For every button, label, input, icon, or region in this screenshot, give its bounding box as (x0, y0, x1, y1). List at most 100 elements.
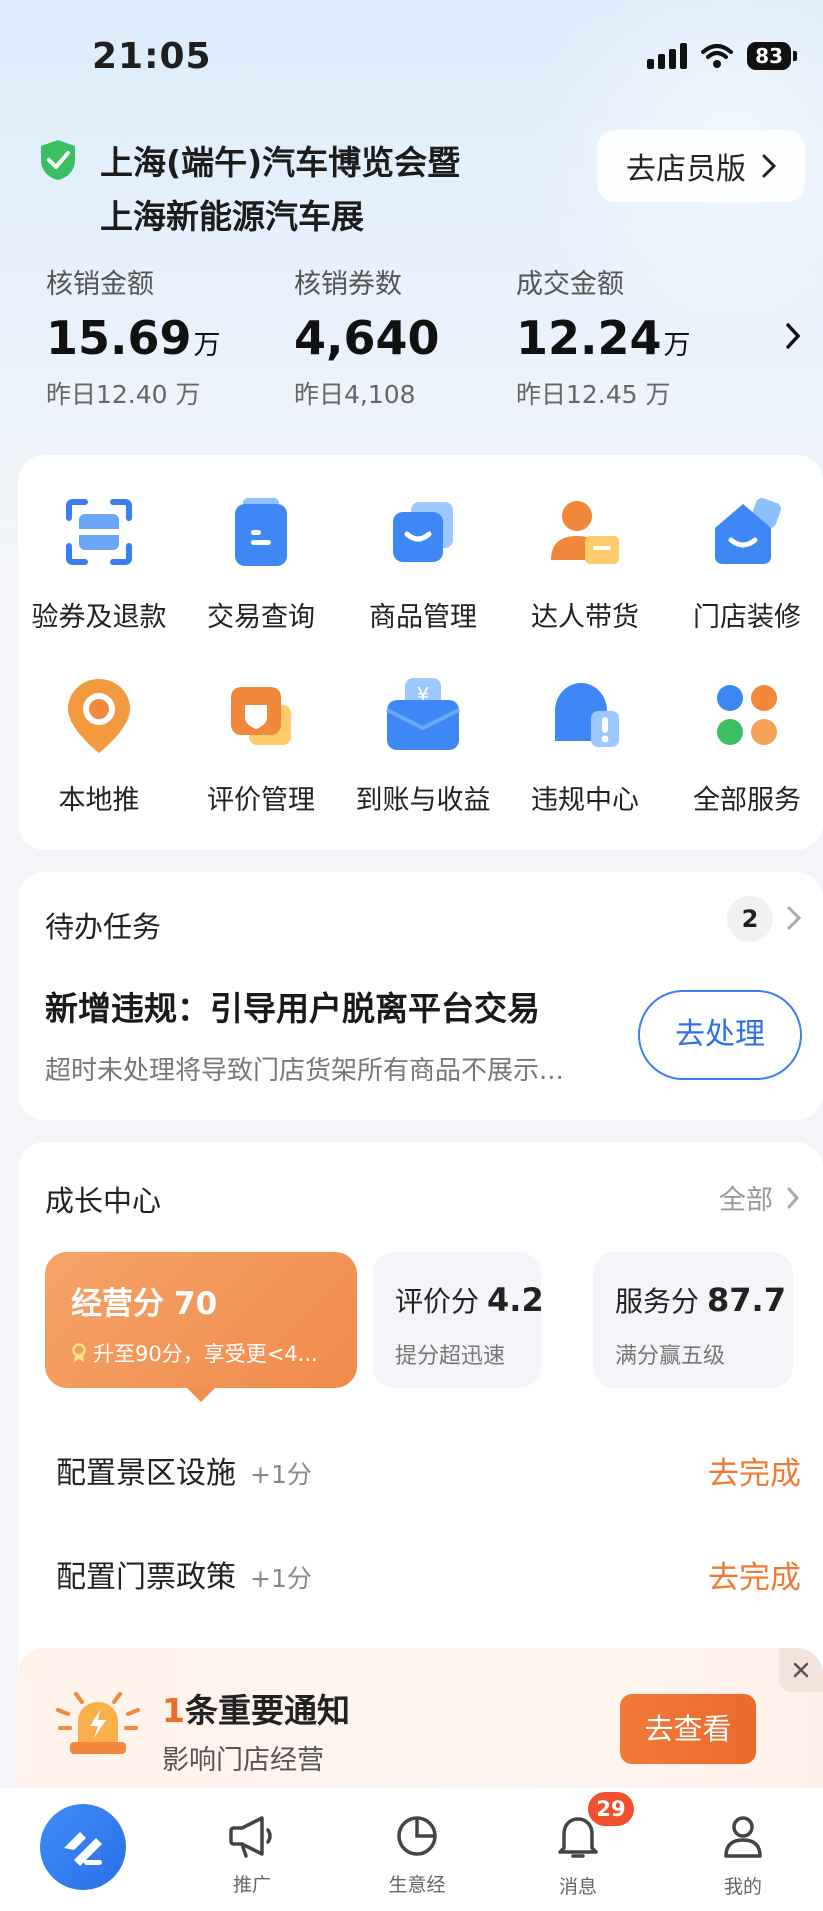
metric-yesterday: 昨日4,108 (294, 380, 416, 409)
view-notice-button[interactable]: 去查看 (620, 1694, 756, 1764)
service-review-management[interactable]: 评价管理 (180, 670, 342, 817)
task-name: 配置景区设施 +1分 (56, 1456, 312, 1491)
tab-label: 消息 (558, 1876, 597, 1898)
review-score-title: 评价分 4.2 (395, 1281, 544, 1319)
notice-subtitle: 影响门店经营 (162, 1745, 324, 1776)
service-verify-refund[interactable]: 验券及退款 (18, 487, 180, 634)
service-score-title: 服务分 87.7 (615, 1281, 786, 1319)
metric-yesterday: 昨日12.40 万 (46, 380, 201, 409)
service-label: 门店装修 (693, 602, 801, 633)
influencer-icon (540, 487, 630, 577)
shop-name-line1: 上海(端午)汽车博览会暨 (100, 143, 461, 182)
services-grid: 验券及退款 交易查询 商品管理 达人带货 门店装修 本地推 评价管理 ¥ 到账与… (18, 455, 823, 850)
wallet-yen-icon: ¥ (378, 670, 468, 760)
service-label: 验券及退款 (31, 602, 167, 633)
battery-icon: 83 (747, 42, 797, 70)
task-complete-button[interactable]: 去完成 (708, 1448, 801, 1493)
medal-icon (72, 1343, 86, 1362)
message-badge: 29 (588, 1792, 634, 1826)
service-label: 违规中心 (531, 785, 639, 816)
service-transaction-query[interactable]: 交易查询 (180, 487, 342, 634)
service-label: 评价管理 (207, 785, 315, 816)
metric-label: 核销券数 (294, 269, 402, 300)
bottom-tab-bar: 推广 生意经 消息 我的 (0, 1788, 823, 1911)
metric-deal-amount: 成交金额 12.24万 昨日12.45 万 (516, 262, 691, 411)
tab-home[interactable] (40, 1804, 126, 1890)
tab-profile[interactable]: 我的 (683, 1814, 803, 1899)
service-all-services[interactable]: 全部服务 (666, 670, 823, 817)
service-settlement-income[interactable]: ¥ 到账与收益 (342, 670, 504, 817)
growth-all-link[interactable]: 全部 (719, 1178, 799, 1217)
tab-messages[interactable]: 消息 (518, 1814, 638, 1899)
service-label: 交易查询 (207, 602, 315, 633)
metric-value: 4,640 (294, 311, 440, 365)
megaphone-icon (229, 1816, 272, 1858)
review-score-sub: 提分超迅速 (395, 1344, 506, 1369)
growth-task-row: 配置景区设施 +1分 去完成 (56, 1438, 801, 1498)
task-name: 配置门票政策 +1分 (56, 1560, 312, 1595)
service-label: 全部服务 (693, 785, 801, 816)
store-decor-icon (702, 487, 792, 577)
tab-promotion[interactable]: 推广 (192, 1814, 312, 1897)
location-pin-icon (54, 670, 144, 760)
service-product-management[interactable]: 商品管理 (342, 487, 504, 634)
metric-value: 15.69万 (46, 311, 221, 365)
service-label: 达人带货 (531, 602, 639, 633)
service-violation-center[interactable]: 违规中心 (504, 670, 666, 817)
review-icon (216, 670, 306, 760)
staff-version-button[interactable]: 去店员版 (597, 130, 805, 202)
wifi-icon (701, 44, 734, 68)
tab-business[interactable]: 生意经 (357, 1814, 477, 1897)
chevron-right-icon[interactable] (787, 906, 801, 930)
status-icons: 83 (647, 42, 797, 70)
metrics-panel[interactable]: 核销金额 15.69万 昨日12.40 万 核销券数 4,640 昨日4,108… (0, 262, 823, 422)
metric-label: 核销金额 (46, 269, 154, 300)
service-label: 本地推 (58, 785, 140, 816)
staff-version-label: 去店员版 (626, 152, 746, 187)
service-store-decoration[interactable]: 门店装修 (666, 487, 823, 634)
todo-description: 超时未处理将导致门店货架所有商品不展示... (45, 1056, 564, 1086)
verified-shield-icon (41, 140, 75, 180)
shop-name-line2: 上海新能源汽车展 (100, 197, 364, 236)
important-notice-banner[interactable]: 1条重要通知 影响门店经营 去查看 (18, 1648, 823, 1788)
product-bag-icon (378, 487, 468, 577)
todo-heading: 新增违规：引导用户脱离平台交易 (45, 989, 540, 1028)
person-icon (724, 1816, 762, 1858)
metric-yesterday: 昨日12.45 万 (516, 380, 671, 409)
todo-title: 待办任务 (45, 910, 162, 944)
business-score-hint: 升至90分，享受更<4... (71, 1338, 318, 1368)
signal-icon (647, 43, 688, 69)
growth-all-label: 全部 (719, 1185, 773, 1216)
chevron-right-icon (787, 1187, 799, 1208)
tab-label: 推广 (232, 1874, 271, 1896)
all-services-icon (702, 670, 792, 760)
shop-name[interactable]: 上海(端午)汽车博览会暨 上海新能源汽车展 (100, 136, 580, 244)
metric-value: 12.24万 (516, 311, 691, 365)
chevron-right-icon (762, 154, 776, 178)
tab-label: 生意经 (388, 1874, 446, 1896)
metric-verify-amount: 核销金额 15.69万 昨日12.40 万 (46, 262, 221, 411)
todo-count-badge[interactable]: 2 (727, 896, 773, 942)
violation-bell-icon (540, 670, 630, 760)
service-influencer-sales[interactable]: 达人带货 (504, 487, 666, 634)
growth-center-card: 成长中心 全部 经营分 70 升至90分，享受更<4... 评价分 4.2 提分超迅… (18, 1142, 823, 1702)
service-label: 到账与收益 (355, 785, 491, 816)
growth-task-row: 配置门票政策 +1分 去完成 (56, 1542, 801, 1602)
tab-label: 我的 (723, 1876, 762, 1898)
task-complete-button[interactable]: 去完成 (708, 1552, 801, 1597)
business-score-title: 经营分 70 (71, 1286, 218, 1322)
alarm-siren-icon (56, 1692, 140, 1754)
document-icon (216, 487, 306, 577)
scan-icon (54, 487, 144, 577)
review-score-card[interactable]: 评价分 4.2 提分超迅速 (373, 1252, 544, 1388)
service-local-promo[interactable]: 本地推 (18, 670, 180, 817)
metric-label: 成交金额 (516, 269, 624, 300)
handle-button[interactable]: 去处理 (638, 990, 802, 1080)
service-label: 商品管理 (369, 602, 477, 633)
pie-chart-icon (397, 1816, 437, 1856)
status-time: 21:05 (92, 36, 212, 77)
chevron-right-icon[interactable] (785, 322, 801, 350)
home-logo-icon (64, 1832, 102, 1866)
business-score-card[interactable]: 经营分 70 升至90分，享受更<4... (45, 1252, 357, 1402)
service-score-card[interactable]: 服务分 87.7 满分赢五级 (593, 1252, 793, 1388)
